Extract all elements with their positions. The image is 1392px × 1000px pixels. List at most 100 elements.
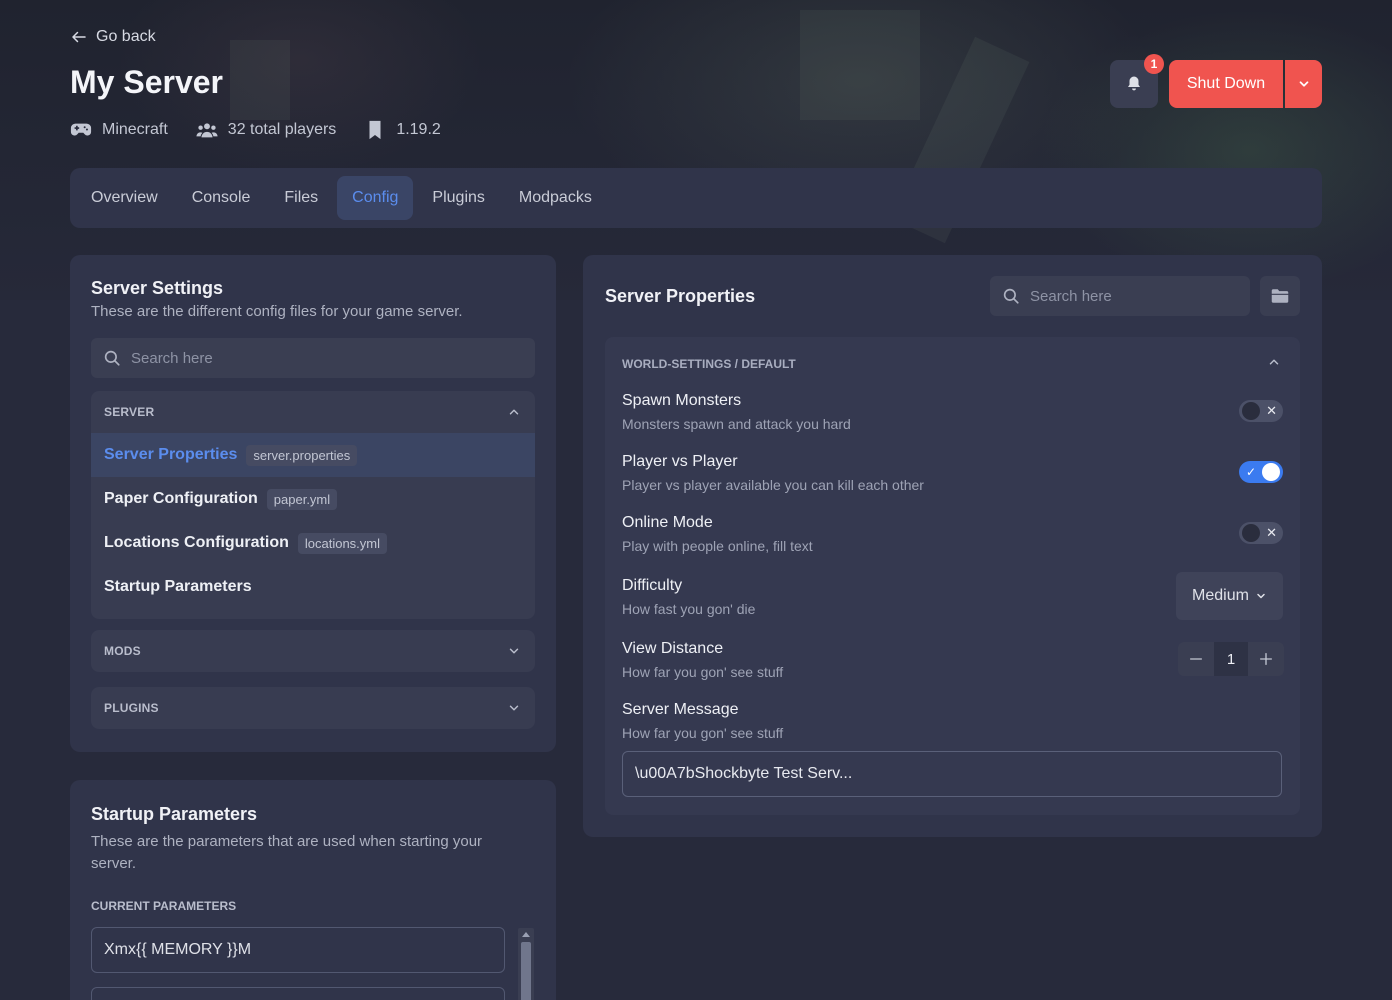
server-group: SERVER Server Properties server.properti… [91, 391, 535, 619]
server-group-label: SERVER [104, 405, 155, 419]
go-back-label: Go back [96, 28, 156, 45]
decrement-button[interactable] [1178, 642, 1214, 676]
x-icon: ✕ [1266, 403, 1277, 418]
online-mode-toggle[interactable]: ✕ [1239, 522, 1283, 544]
tab-console[interactable]: Console [177, 176, 266, 220]
file-item-server-properties[interactable]: Server Properties server.properties [91, 433, 535, 477]
current-parameters-label: CURRENT PARAMETERS [91, 899, 237, 913]
meta-game-label: Minecraft [102, 121, 168, 138]
file-item-paper-configuration[interactable]: Paper Configuration paper.yml [91, 477, 535, 521]
server-group-header[interactable]: SERVER [91, 391, 535, 433]
toggle-knob [1262, 463, 1280, 481]
properties-search-input[interactable] [1030, 287, 1250, 305]
parameter-input[interactable] [91, 987, 505, 1000]
file-item-name: Paper Configuration [104, 490, 258, 507]
meta-players-label: 32 total players [227, 121, 337, 138]
tab-config[interactable]: Config [337, 176, 414, 220]
pvp-toggle[interactable]: ✓ [1239, 461, 1283, 483]
file-item-startup-parameters[interactable]: Startup Parameters [91, 565, 535, 609]
setting-spawn-monsters: Spawn Monsters Monsters spawn and attack… [622, 392, 1282, 432]
search-icon [104, 350, 120, 366]
view-distance-value[interactable]: 1 [1214, 642, 1248, 676]
world-settings-label: WORLD-SETTINGS / DEFAULT [622, 357, 796, 371]
folder-icon [1271, 289, 1289, 303]
plus-icon [1260, 653, 1272, 665]
plugins-group: PLUGINS [91, 687, 535, 729]
meta-version: 1.19.2 [364, 120, 441, 140]
toggle-knob [1242, 402, 1260, 420]
scroll-up-arrow-icon[interactable] [522, 932, 530, 937]
setting-online-mode: Online Mode Play with people online, fil… [622, 514, 1282, 554]
setting-description: How far you gon' see stuff [622, 725, 784, 741]
file-item-name: Locations Configuration [104, 534, 289, 551]
setting-pvp: Player vs Player Player vs player availa… [622, 453, 1282, 493]
file-item-filename: server.properties [246, 444, 358, 466]
mods-group-label: MODS [104, 644, 141, 658]
chevron-down-icon [509, 648, 519, 654]
chevron-down-icon [1299, 81, 1308, 87]
server-settings-description: These are the different config files for… [91, 303, 463, 320]
tab-overview[interactable]: Overview [76, 176, 173, 220]
startup-parameters-panel: Startup Parameters These are the paramet… [70, 780, 556, 1000]
page-title: My Server [70, 64, 223, 100]
setting-description: Play with people online, fill text [622, 538, 813, 554]
spawn-monsters-toggle[interactable]: ✕ [1239, 400, 1283, 422]
file-item-filename: paper.yml [266, 488, 338, 510]
increment-button[interactable] [1248, 642, 1284, 676]
file-item-locations-configuration[interactable]: Locations Configuration locations.yml [91, 521, 535, 565]
plugins-group-label: PLUGINS [104, 701, 159, 715]
server-message-input[interactable]: \u00A7bShockbyte Test Serv... [622, 751, 1282, 797]
chevron-down-icon [509, 705, 519, 711]
setting-server-message: Server Message How far you gon' see stuf… [622, 701, 1282, 741]
gamepad-icon [70, 123, 92, 136]
tab-modpacks[interactable]: Modpacks [504, 176, 607, 220]
startup-parameters-description: These are the parameters that are used w… [91, 833, 483, 872]
arrow-left-icon [72, 31, 86, 43]
open-folder-button[interactable] [1260, 276, 1300, 316]
server-settings-title: Server Settings [91, 278, 224, 298]
bell-icon [1128, 76, 1140, 91]
setting-title: Spawn Monsters [622, 392, 742, 409]
parameter-input[interactable]: Xmx{{ MEMORY }}M [91, 927, 505, 973]
server-properties-panel: Server Properties WORLD-SETTINGS / DEFAU… [583, 255, 1322, 837]
tab-files[interactable]: Files [269, 176, 333, 220]
tab-plugins[interactable]: Plugins [417, 176, 499, 220]
view-distance-stepper: 1 [1178, 642, 1284, 676]
meta-players: 32 total players [196, 120, 337, 140]
meta-version-label: 1.19.2 [396, 121, 441, 138]
mods-group-header[interactable]: MODS [91, 630, 535, 672]
server-settings-panel: Server Settings These are the different … [70, 255, 556, 752]
mods-group: MODS [91, 630, 535, 672]
users-icon [196, 123, 218, 138]
world-settings-section: WORLD-SETTINGS / DEFAULT Spawn Monsters … [605, 337, 1300, 815]
scrollbar-thumb[interactable] [521, 942, 531, 1000]
chevron-up-icon [509, 409, 519, 415]
setting-title: Online Mode [622, 514, 713, 531]
chevron-up-icon[interactable] [1267, 355, 1281, 369]
server-meta: Minecraft 32 total players 1.19.2 [70, 120, 441, 140]
file-item-name: Server Properties [104, 446, 238, 463]
shut-down-button[interactable]: Shut Down [1169, 60, 1283, 108]
difficulty-value: Medium [1192, 587, 1249, 604]
difficulty-select[interactable]: Medium [1176, 572, 1283, 620]
minus-icon [1190, 658, 1202, 660]
plugins-group-header[interactable]: PLUGINS [91, 687, 535, 729]
parameters-scrollbar[interactable] [518, 928, 534, 1000]
shut-down-options-button[interactable] [1285, 60, 1322, 108]
meta-game: Minecraft [70, 120, 168, 140]
x-icon: ✕ [1266, 525, 1277, 540]
chevron-down-icon [1257, 593, 1265, 599]
server-properties-title: Server Properties [605, 286, 756, 306]
file-item-name: Startup Parameters [104, 578, 252, 595]
config-search[interactable] [91, 338, 535, 378]
search-icon [1003, 288, 1019, 304]
go-back-link[interactable]: Go back [70, 26, 156, 48]
bookmark-icon [369, 120, 381, 140]
setting-title: Player vs Player [622, 453, 738, 470]
setting-title: Server Message [622, 701, 739, 718]
file-item-filename: locations.yml [297, 532, 388, 554]
config-search-input[interactable] [131, 349, 535, 367]
properties-search[interactable] [990, 276, 1250, 316]
notification-count-badge: 1 [1144, 54, 1164, 74]
check-icon: ✓ [1246, 465, 1257, 479]
